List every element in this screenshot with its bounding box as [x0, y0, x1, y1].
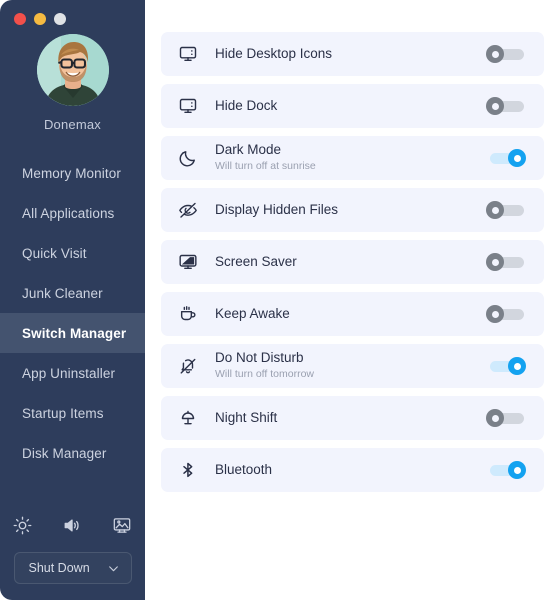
- sidebar-footer: Shut Down: [0, 508, 145, 600]
- toggle-knob: [486, 201, 504, 219]
- switch-row-text: Keep Awake: [215, 306, 486, 323]
- switch-row-text: Night Shift: [215, 410, 486, 427]
- sidebar: Donemax Memory Monitor All Applications …: [0, 0, 145, 600]
- switch-subtitle: Will turn off at sunrise: [215, 160, 316, 173]
- switch-manager-panel: Hide Desktop Icons Hide Dock Dark Mode W…: [145, 0, 560, 600]
- toggle-screen-saver[interactable]: [486, 253, 526, 271]
- toggle-knob: [486, 45, 504, 63]
- sidebar-item-memory-monitor[interactable]: Memory Monitor: [0, 153, 145, 193]
- switch-title: Hide Dock: [215, 97, 278, 113]
- switch-row-hide-dock[interactable]: Hide Dock: [161, 84, 544, 128]
- switch-title: Hide Desktop Icons: [215, 45, 333, 61]
- switch-row-text: Do Not Disturb Will turn off tomorrow: [215, 350, 486, 382]
- user-profile: Donemax: [0, 34, 145, 132]
- switch-row-text: Screen Saver: [215, 254, 486, 271]
- switch-title: Do Not Disturb: [215, 350, 304, 366]
- display-wallpaper-icon[interactable]: [112, 516, 132, 535]
- toggle-knob: [486, 305, 504, 323]
- switch-row-screen-saver[interactable]: Screen Saver: [161, 240, 544, 284]
- bluetooth-icon: [177, 460, 199, 480]
- toggle-knob: [508, 461, 526, 479]
- sidebar-item-quick-visit[interactable]: Quick Visit: [0, 233, 145, 273]
- brightness-icon[interactable]: [13, 516, 32, 535]
- sidebar-item-switch-manager[interactable]: Switch Manager: [0, 313, 145, 353]
- toggle-night-shift[interactable]: [486, 409, 526, 427]
- sidebar-item-startup-items[interactable]: Startup Items: [0, 393, 145, 433]
- toggle-hide-dock[interactable]: [486, 97, 526, 115]
- sidebar-item-label: Quick Visit: [22, 245, 87, 261]
- shutdown-label: Shut Down: [28, 561, 90, 575]
- chevron-down-icon: [107, 562, 120, 575]
- switch-row-text: Bluetooth: [215, 462, 486, 479]
- switch-row-text: Hide Desktop Icons: [215, 46, 486, 63]
- switch-title: Display Hidden Files: [215, 201, 339, 217]
- switch-row-night-shift[interactable]: Night Shift: [161, 396, 544, 440]
- profile-name: Donemax: [43, 117, 102, 132]
- switch-row-display-hidden-files[interactable]: Display Hidden Files: [161, 188, 544, 232]
- maximize-button[interactable]: [54, 13, 66, 25]
- sidebar-item-junk-cleaner[interactable]: Junk Cleaner: [0, 273, 145, 313]
- minimize-button[interactable]: [34, 13, 46, 25]
- sidebar-nav: Memory Monitor All Applications Quick Vi…: [0, 153, 145, 473]
- toggle-knob: [486, 97, 504, 115]
- app-window: Donemax Memory Monitor All Applications …: [0, 0, 560, 600]
- switch-row-text: Hide Dock: [215, 98, 486, 115]
- sidebar-item-disk-manager[interactable]: Disk Manager: [0, 433, 145, 473]
- sidebar-item-label: App Uninstaller: [22, 365, 116, 381]
- window-controls: [0, 0, 145, 30]
- toggle-do-not-disturb[interactable]: [486, 357, 526, 375]
- moon-icon: [177, 148, 199, 168]
- sidebar-item-app-uninstaller[interactable]: App Uninstaller: [0, 353, 145, 393]
- sidebar-item-label: All Applications: [22, 205, 115, 221]
- coffee-cup-icon: [177, 304, 199, 324]
- monitor-dots-icon: [177, 44, 199, 64]
- avatar[interactable]: [36, 34, 109, 106]
- switch-row-bluetooth[interactable]: Bluetooth: [161, 448, 544, 492]
- monitor-filled-icon: [177, 252, 199, 272]
- sidebar-item-all-applications[interactable]: All Applications: [0, 193, 145, 233]
- switch-title: Bluetooth: [215, 461, 273, 477]
- toggle-hide-desktop-icons[interactable]: [486, 45, 526, 63]
- switch-row-do-not-disturb[interactable]: Do Not Disturb Will turn off tomorrow: [161, 344, 544, 388]
- switch-row-text: Dark Mode Will turn off at sunrise: [215, 142, 486, 174]
- toggle-bluetooth[interactable]: [486, 461, 526, 479]
- sidebar-item-label: Startup Items: [22, 405, 104, 421]
- switch-title: Screen Saver: [215, 253, 297, 269]
- switch-title: Night Shift: [215, 409, 278, 425]
- toggle-knob: [486, 409, 504, 427]
- bell-slash-icon: [177, 356, 199, 376]
- desk-lamp-icon: [177, 408, 199, 428]
- monitor-dots-icon: [177, 96, 199, 116]
- switch-row-dark-mode[interactable]: Dark Mode Will turn off at sunrise: [161, 136, 544, 180]
- sidebar-item-label: Switch Manager: [22, 325, 127, 341]
- toggle-dark-mode[interactable]: [486, 149, 526, 167]
- toggle-knob: [508, 357, 526, 375]
- toggle-knob: [508, 149, 526, 167]
- switch-title: Dark Mode: [215, 142, 282, 158]
- switch-row-text: Display Hidden Files: [215, 202, 486, 219]
- sidebar-item-label: Memory Monitor: [22, 165, 121, 181]
- sidebar-item-label: Junk Cleaner: [22, 285, 103, 301]
- volume-icon[interactable]: [62, 516, 82, 535]
- sidebar-item-label: Disk Manager: [22, 445, 107, 461]
- toggle-display-hidden-files[interactable]: [486, 201, 526, 219]
- toggle-knob: [486, 253, 504, 271]
- switch-row-keep-awake[interactable]: Keep Awake: [161, 292, 544, 336]
- switch-title: Keep Awake: [215, 305, 290, 321]
- eye-slash-icon: [177, 200, 199, 220]
- close-button[interactable]: [14, 13, 26, 25]
- toggle-keep-awake[interactable]: [486, 305, 526, 323]
- shutdown-button[interactable]: Shut Down: [13, 552, 132, 584]
- switch-subtitle: Will turn off tomorrow: [215, 368, 314, 381]
- switch-row-hide-desktop-icons[interactable]: Hide Desktop Icons: [161, 32, 544, 76]
- quick-settings-icons: [0, 508, 145, 542]
